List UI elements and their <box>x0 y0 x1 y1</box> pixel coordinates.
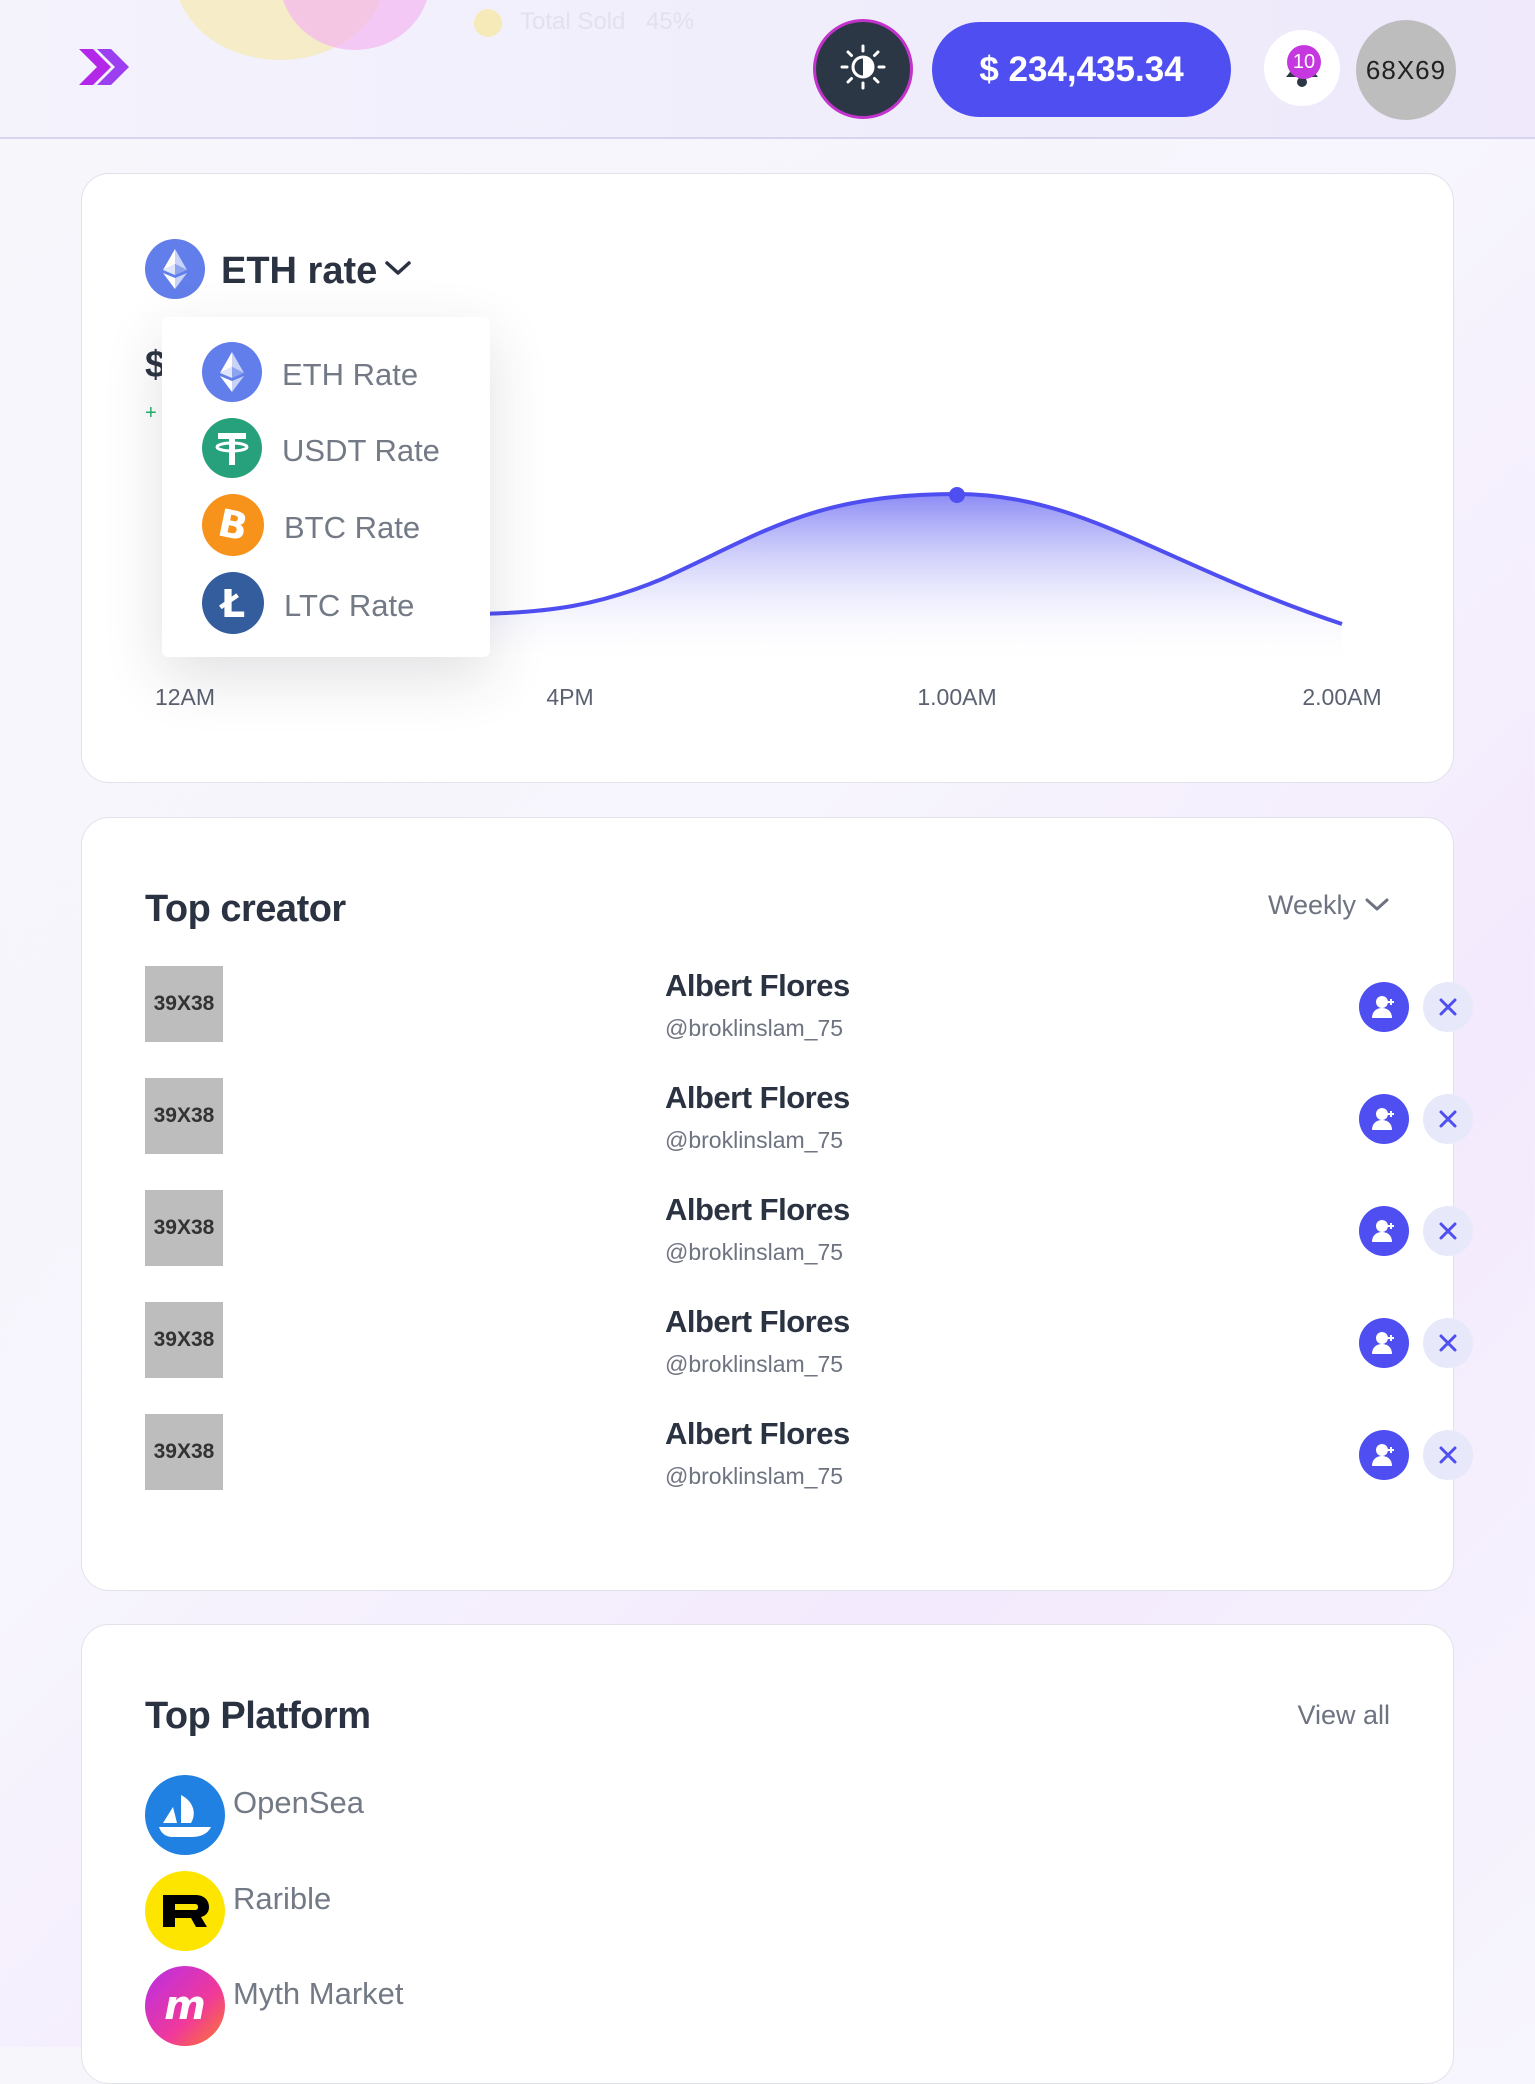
follow-button[interactable] <box>1359 1094 1409 1144</box>
creator-handle: @broklinslam_75 <box>665 1239 844 1265</box>
add-user-icon <box>1372 1220 1394 1242</box>
myth-market-icon: m <box>145 1966 225 2051</box>
dropdown-item-label: LTC Rate <box>284 587 415 623</box>
creator-name[interactable]: Albert Flores <box>665 968 850 1004</box>
usdt-icon <box>202 418 262 483</box>
dismiss-button[interactable] <box>1423 1318 1473 1368</box>
dropdown-item-label: BTC Rate <box>284 509 421 545</box>
creator-name[interactable]: Albert Flores <box>665 1080 850 1116</box>
creator-avatar: 39X38 <box>145 1078 223 1154</box>
creator-handle: @broklinslam_75 <box>665 1463 844 1489</box>
dismiss-button[interactable] <box>1423 1206 1473 1256</box>
sun-icon <box>839 43 887 96</box>
rate-dropdown-menu: ETH Rate USDT Rate B BTC Rate Ł LTC Rate <box>162 317 490 657</box>
top-bar: Total Sold 45% $ 234,435.34 10 68X69 <box>0 0 1535 139</box>
ltc-icon: Ł <box>202 572 264 639</box>
add-user-icon <box>1372 1108 1394 1130</box>
creator-handle: @broklinslam_75 <box>665 1351 844 1377</box>
faded-stat-value: 45% <box>646 8 695 35</box>
creator-name[interactable]: Albert Flores <box>665 1192 850 1228</box>
add-user-icon <box>1372 1444 1394 1466</box>
creator-avatar: 39X38 <box>145 1414 223 1490</box>
creator-name[interactable]: Albert Flores <box>665 1416 850 1452</box>
period-filter[interactable]: Weekly <box>1268 890 1390 921</box>
rarible-icon <box>145 1871 225 1956</box>
platform-name: Rarible <box>233 1880 332 1916</box>
dismiss-button[interactable] <box>1423 1430 1473 1480</box>
creator-handle: @broklinslam_75 <box>665 1127 844 1153</box>
creator-row: 39X38 Albert Flores @broklinslam_75 <box>145 1190 1473 1266</box>
creator-avatar: 39X38 <box>145 966 223 1042</box>
dropdown-item-ltc[interactable]: Ł LTC Rate <box>202 572 414 639</box>
faded-stat-label: Total Sold <box>520 8 626 35</box>
creator-avatar: 39X38 <box>145 1190 223 1266</box>
rate-selector[interactable]: ETH rate <box>145 239 413 304</box>
faded-stat: Total Sold 45% <box>520 8 694 36</box>
eth-icon <box>145 239 205 304</box>
close-icon <box>1439 1334 1457 1352</box>
chart-highlight-point <box>949 487 965 503</box>
dropdown-item-eth[interactable]: ETH Rate <box>202 342 418 407</box>
dropdown-item-usdt[interactable]: USDT Rate <box>202 418 440 483</box>
platform-item[interactable]: m Myth Market <box>145 1966 404 2051</box>
chevron-down-icon <box>383 259 413 284</box>
x-tick-label: 2.00AM <box>1302 684 1382 710</box>
rate-chart-card: ETH rate $ + 12AM 4PM 1.00AM 2.00AM ETH <box>81 173 1454 783</box>
x-tick-label: 1.00AM <box>917 684 997 710</box>
creator-row: 39X38 Albert Flores @broklinslam_75 <box>145 1302 1473 1378</box>
view-all-link[interactable]: View all <box>1297 1700 1390 1731</box>
user-avatar[interactable]: 68X69 <box>1356 20 1456 120</box>
dismiss-button[interactable] <box>1423 982 1473 1032</box>
platform-name: Myth Market <box>233 1975 404 2011</box>
add-user-icon <box>1372 1332 1394 1354</box>
close-icon <box>1439 1222 1457 1240</box>
theme-toggle-button[interactable] <box>813 19 913 119</box>
rate-change: + <box>145 402 157 424</box>
top-creator-card: Top creator Weekly 39X38 Albert Flores @… <box>81 817 1473 1591</box>
creator-avatar: 39X38 <box>145 1302 223 1378</box>
close-icon <box>1439 998 1457 1016</box>
add-user-icon <box>1372 996 1394 1018</box>
creator-name[interactable]: Albert Flores <box>665 1304 850 1340</box>
rate-title: ETH rate <box>221 250 378 292</box>
platform-item[interactable]: OpenSea <box>145 1775 364 1860</box>
opensea-icon <box>145 1775 225 1860</box>
close-icon <box>1439 1446 1457 1464</box>
btc-icon: B <box>202 494 264 561</box>
platform-name: OpenSea <box>233 1784 364 1820</box>
period-filter-label: Weekly <box>1267 890 1356 920</box>
notification-count-badge: 10 <box>1287 45 1321 79</box>
follow-button[interactable] <box>1359 1206 1409 1256</box>
creator-row: 39X38 Albert Flores @broklinslam_75 <box>145 1078 1473 1154</box>
creator-row: 39X38 Albert Flores @broklinslam_75 <box>145 1414 1473 1490</box>
follow-button[interactable] <box>1359 1318 1409 1368</box>
creator-handle: @broklinslam_75 <box>665 1015 844 1041</box>
dismiss-button[interactable] <box>1423 1094 1473 1144</box>
double-chevron-icon[interactable] <box>77 47 131 92</box>
dropdown-item-btc[interactable]: B BTC Rate <box>202 494 420 561</box>
section-title: Top Platform <box>145 1695 371 1737</box>
close-icon <box>1439 1110 1457 1128</box>
chevron-down-icon <box>1364 890 1390 921</box>
x-tick-label: 12AM <box>154 684 216 710</box>
x-tick-label: 4PM <box>546 684 594 710</box>
dropdown-item-label: ETH Rate <box>282 356 419 392</box>
balance-button[interactable]: $ 234,435.34 <box>932 22 1231 117</box>
svg-text:Ł: Ł <box>219 582 245 626</box>
follow-button[interactable] <box>1359 982 1409 1032</box>
svg-text:m: m <box>164 1983 206 2029</box>
legend-dot <box>474 9 502 37</box>
platform-item[interactable]: Rarible <box>145 1871 331 1956</box>
top-platform-card: Top Platform View all OpenSea Rarible m … <box>81 1624 1454 2084</box>
dropdown-item-label: USDT Rate <box>282 432 440 468</box>
section-title: Top creator <box>145 888 346 930</box>
follow-button[interactable] <box>1359 1430 1409 1480</box>
creator-row: 39X38 Albert Flores @broklinslam_75 <box>145 966 1473 1042</box>
eth-icon <box>202 342 262 407</box>
